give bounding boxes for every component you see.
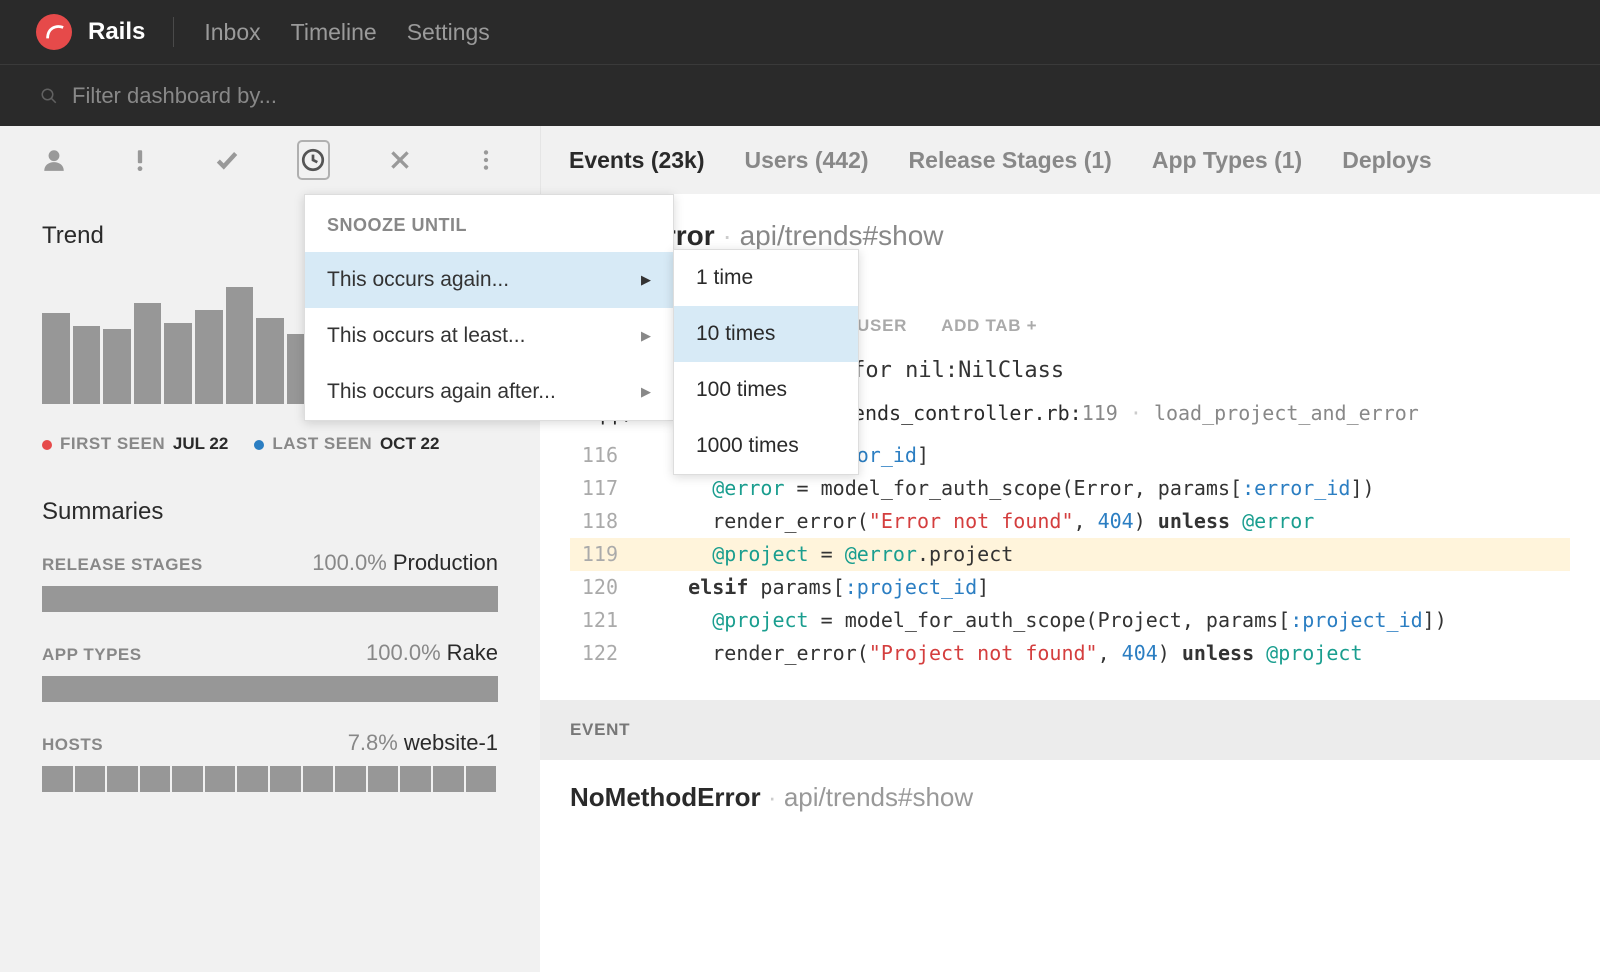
summaries-title: Summaries (42, 498, 498, 526)
summary-label: RELEASE STAGES (42, 555, 203, 575)
line-number: 116 (570, 439, 640, 472)
chart-bar (73, 326, 101, 404)
summary-label: HOSTS (42, 735, 103, 755)
app-name: Rails (88, 18, 145, 46)
summary-value: 100.0%Rake (366, 640, 498, 666)
snooze-submenu: 1 time 10 times 100 times 1000 times (673, 249, 859, 475)
snooze-item-label: This occurs again... (327, 268, 509, 292)
code-line: 119 @project = @error.project (570, 538, 1570, 571)
chart-bar (226, 287, 254, 404)
assign-button[interactable] (38, 140, 70, 180)
legend-first-seen: FIRST SEEN JUL 22 (42, 434, 228, 454)
summary-row: APP TYPES 100.0%Rake (42, 640, 498, 702)
nav-timeline[interactable]: Timeline (291, 19, 377, 46)
trend-legend: FIRST SEEN JUL 22 LAST SEEN OCT 22 (42, 434, 498, 454)
snooze-occurs-again-after[interactable]: This occurs again after... ▶ (305, 364, 673, 420)
chart-bar (195, 310, 223, 404)
chevron-right-icon: ▶ (641, 328, 651, 344)
search-icon (40, 87, 58, 105)
filter-input[interactable] (72, 83, 1560, 109)
snooze-menu-header: SNOOZE UNTIL (305, 195, 673, 252)
action-bar: SNOOZE UNTIL This occurs again... ▶ This… (0, 126, 540, 194)
event-section-header: EVENT (540, 700, 1600, 760)
tab-deploys[interactable]: Deploys (1342, 147, 1431, 174)
nav-settings[interactable]: Settings (407, 19, 490, 46)
event-tabs: Events (23k) Users (442) Release Stages (1… (540, 126, 1600, 194)
severity-button[interactable] (124, 140, 156, 180)
chevron-right-icon: ▶ (641, 272, 651, 288)
code-text: elsif params[:project_id] (640, 571, 1570, 604)
delete-button[interactable] (384, 140, 416, 180)
logo[interactable]: Rails (36, 17, 174, 47)
tab-events----k-[interactable]: Events (23k) (569, 147, 705, 174)
code-text: render_error("Error not found", 404) unl… (640, 505, 1570, 538)
snooze-1000-times[interactable]: 1000 times (674, 418, 858, 474)
snooze-1-time[interactable]: 1 time (674, 250, 858, 306)
dot-icon (42, 440, 52, 450)
code-text: @project = model_for_auth_scope(Project,… (640, 604, 1570, 637)
snooze-occurs-at-least[interactable]: This occurs at least... ▶ (305, 308, 673, 364)
chart-bar (134, 303, 162, 404)
line-number: 117 (570, 472, 640, 505)
summary-bar (42, 676, 498, 702)
summary-value: 100.0%Production (312, 550, 498, 576)
snooze-item-label: This occurs at least... (327, 324, 525, 348)
code-line: 117 @error = model_for_auth_scope(Error,… (570, 472, 1570, 505)
code-line: 120 elsif params[:project_id] (570, 571, 1570, 604)
chart-bar (42, 313, 70, 404)
chart-bar (164, 323, 192, 404)
snooze-occurs-again[interactable]: This occurs again... ▶ (305, 252, 673, 308)
dot-icon (254, 440, 264, 450)
filter-bar (0, 64, 1600, 126)
snooze-item-label: This occurs again after... (327, 380, 556, 404)
logo-icon (36, 14, 72, 50)
summary-label: APP TYPES (42, 645, 142, 665)
code-text: @project = @error.project (640, 538, 1570, 571)
snooze-100-times[interactable]: 100 times (674, 362, 858, 418)
nav-inbox[interactable]: Inbox (204, 19, 260, 46)
line-number: 121 (570, 604, 640, 637)
legend-last-seen: LAST SEEN OCT 22 (254, 434, 439, 454)
code-line: 122 render_error("Project not found", 40… (570, 637, 1570, 670)
code-line: 118 render_error("Error not found", 404)… (570, 505, 1570, 538)
chevron-right-icon: ▶ (641, 384, 651, 400)
event-title: NoMethodError · api/trends#show (570, 760, 1570, 813)
chart-bar (256, 318, 284, 404)
chart-bar (103, 329, 131, 404)
line-number: 119 (570, 538, 640, 571)
detail-tab-add-tab--[interactable]: ADD TAB + (941, 316, 1037, 336)
line-number: 118 (570, 505, 640, 538)
summary-row: HOSTS 7.8%website-1 (42, 730, 498, 792)
left-panel: SNOOZE UNTIL This occurs again... ▶ This… (0, 126, 540, 972)
detail-tab-user[interactable]: USER (857, 316, 907, 336)
code-text: @error = model_for_auth_scope(Error, par… (640, 472, 1570, 505)
line-number: 120 (570, 571, 640, 604)
snooze-10-times[interactable]: 10 times (674, 306, 858, 362)
summary-row: RELEASE STAGES 100.0%Production (42, 550, 498, 612)
tab-users------[interactable]: Users (442) (745, 147, 869, 174)
summary-bar (42, 586, 498, 612)
top-nav: Rails Inbox Timeline Settings (0, 0, 1600, 64)
tab-app-types----[interactable]: App Types (1) (1152, 147, 1302, 174)
tab-release-stages----[interactable]: Release Stages (1) (909, 147, 1112, 174)
resolve-button[interactable] (210, 140, 242, 180)
summary-bar (42, 766, 498, 792)
summary-value: 7.8%website-1 (348, 730, 498, 756)
line-number: 122 (570, 637, 640, 670)
code-text: render_error("Project not found", 404) u… (640, 637, 1570, 670)
code-line: 121 @project = model_for_auth_scope(Proj… (570, 604, 1570, 637)
error-title: ethodError · api/trends#show (570, 220, 1570, 252)
more-button[interactable] (470, 140, 502, 180)
snooze-menu: SNOOZE UNTIL This occurs again... ▶ This… (304, 194, 674, 421)
snooze-button[interactable] (297, 140, 330, 180)
